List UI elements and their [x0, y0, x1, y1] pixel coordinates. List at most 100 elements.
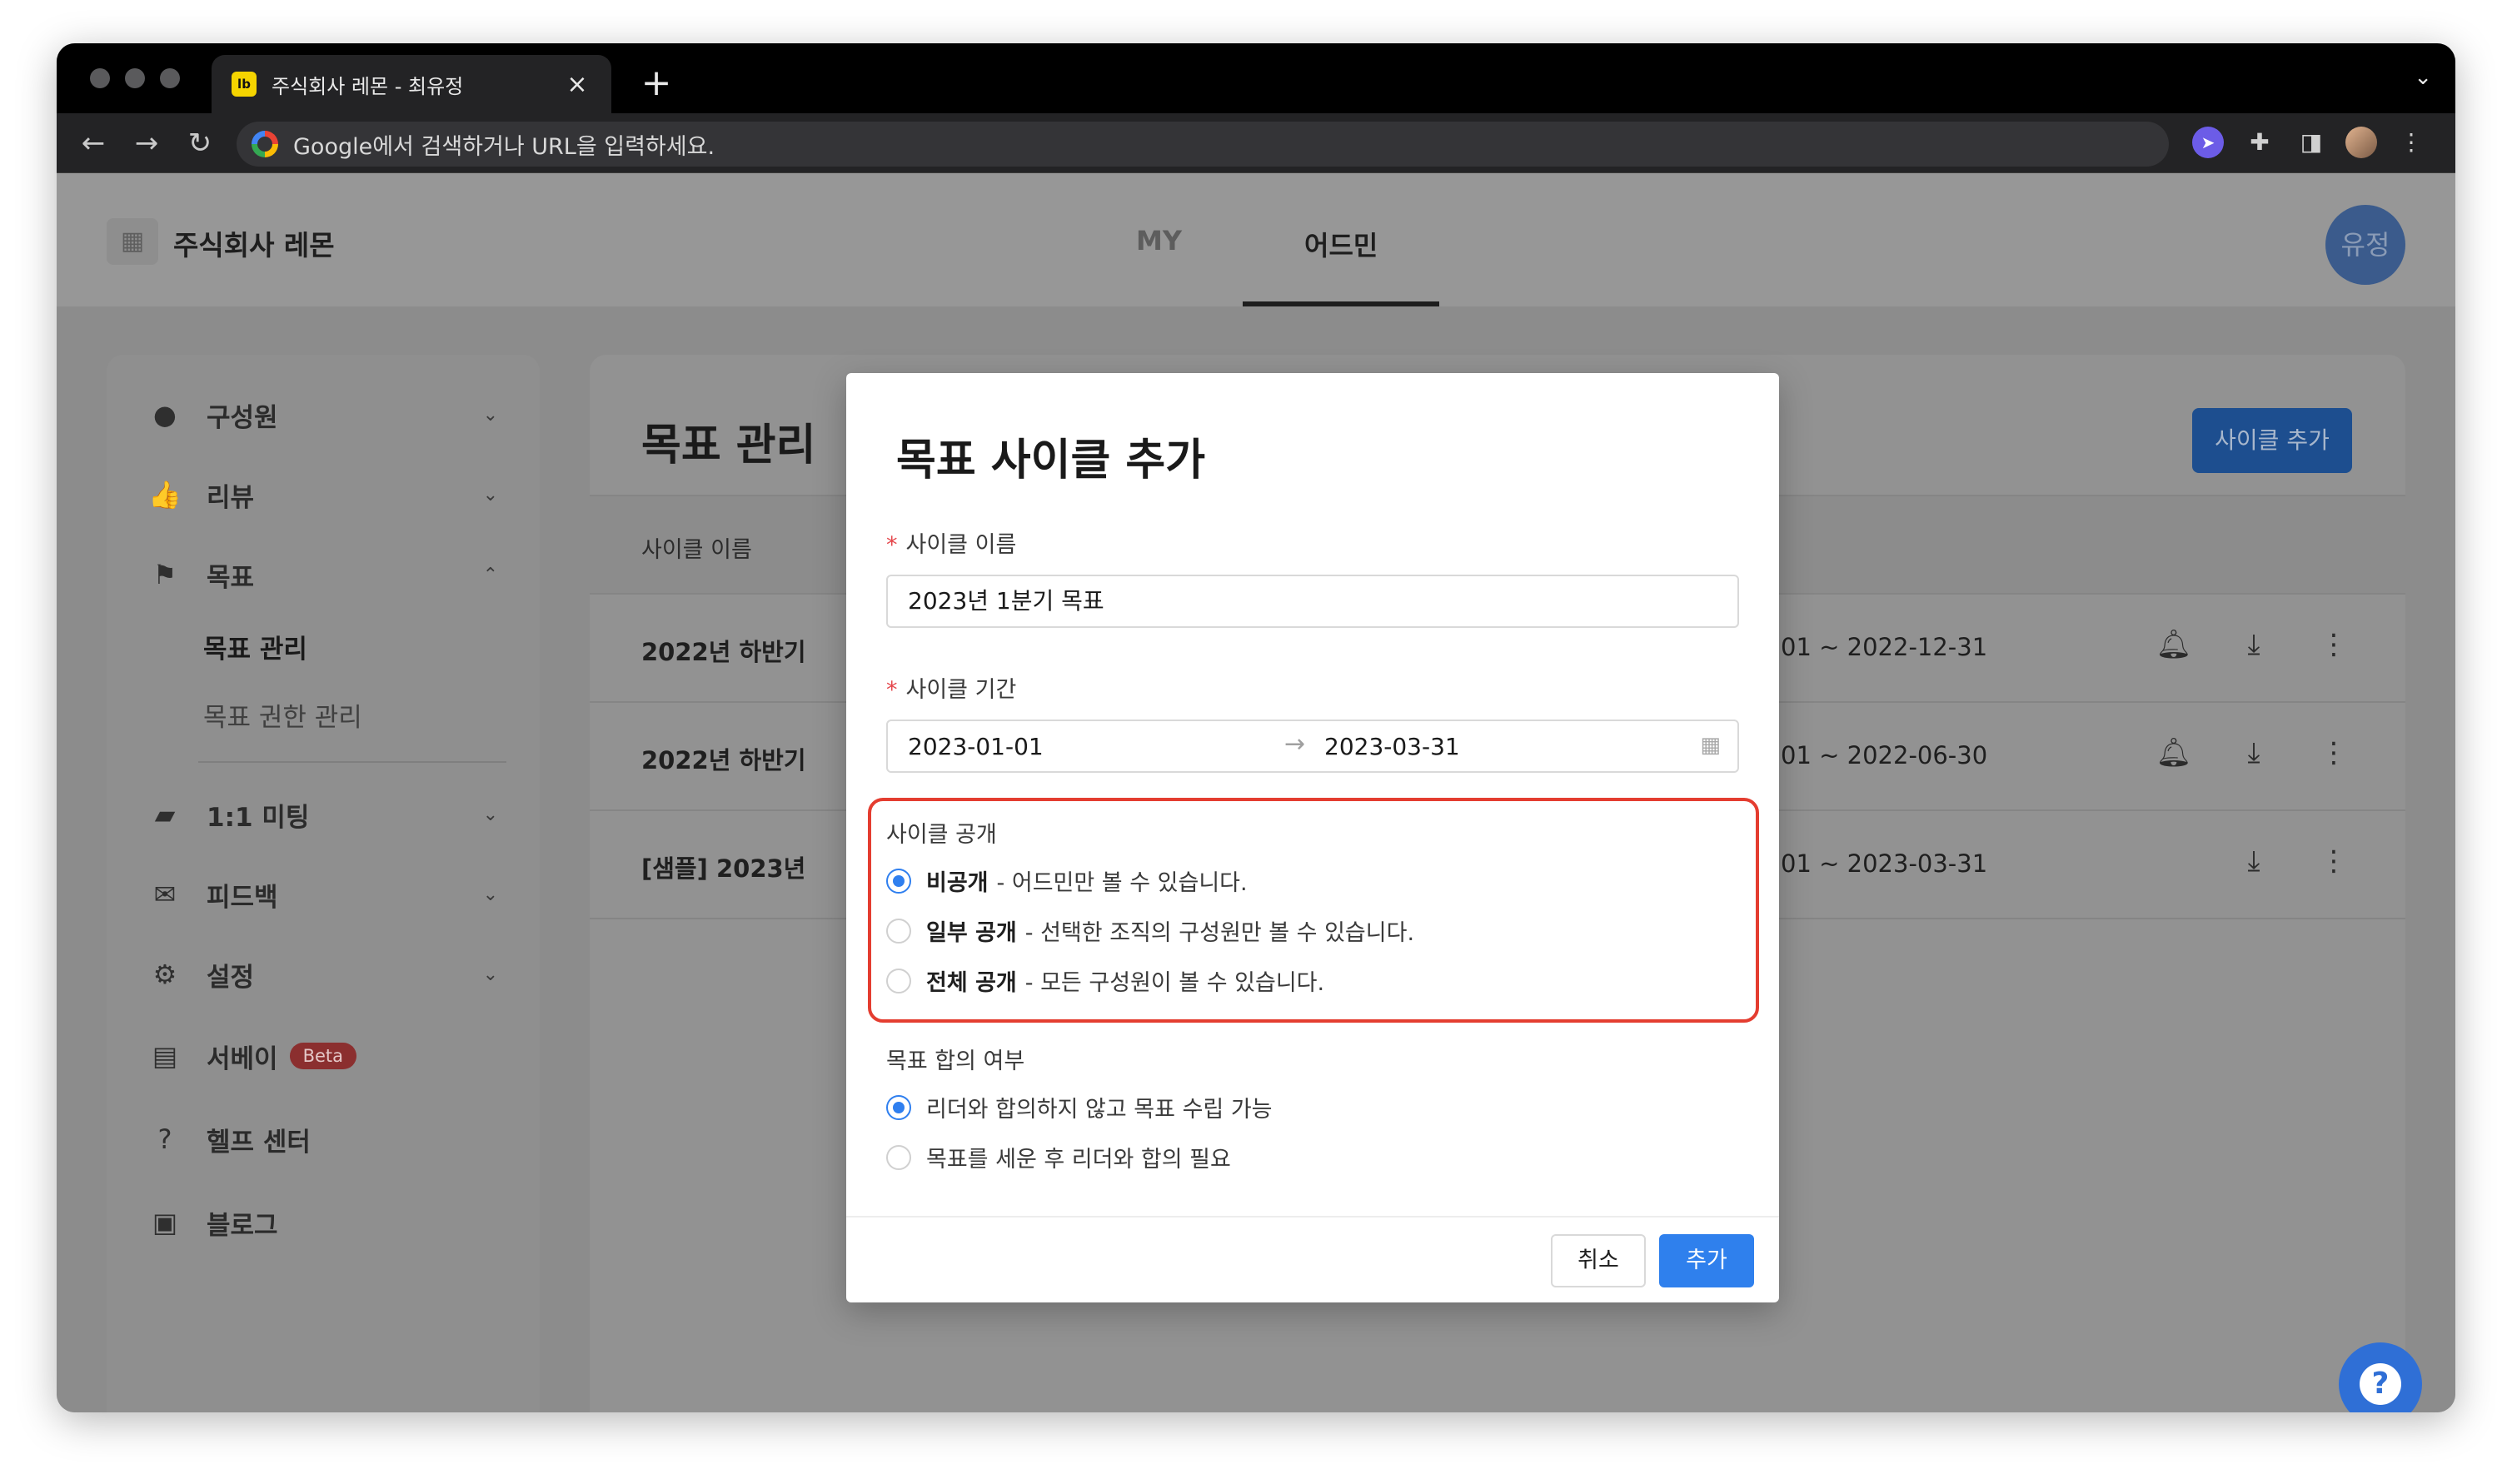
visibility-option-private[interactable]: 비공개 - 어드민만 볼 수 있습니다. — [886, 864, 1248, 897]
app-header: ▦ 주식회사 레몬 MY 어드민 유정 — [57, 173, 2455, 306]
cycle-name-label: * 사이클 이름 — [886, 526, 1016, 559]
forward-icon[interactable]: → — [127, 123, 167, 163]
minimize-window-button[interactable] — [125, 68, 145, 88]
back-icon[interactable]: ← — [73, 123, 113, 163]
sidebar-item-survey[interactable]: ▤ 서베이 Beta — [148, 1031, 498, 1081]
sidebar-divider — [198, 761, 506, 763]
sidebar-subitem-goal-permissions[interactable]: 목표 권한 관리 — [203, 696, 362, 734]
mail-icon: ✉ — [153, 879, 177, 910]
sidebar-item-one-on-one[interactable]: ▰ 1:1 미팅 ⌄ — [148, 789, 498, 839]
option-label: 리더와 합의하지 않고 목표 수립 가능 — [926, 1097, 1273, 1123]
extensions-puzzle-icon[interactable]: ✚ — [2244, 127, 2275, 158]
period-end-input[interactable]: 2023-03-31 — [1324, 733, 1460, 760]
column-header-cycle-name: 사이클 이름 — [641, 537, 752, 563]
sidebar-item-goals[interactable]: ⚑ 목표 ⌃ — [148, 550, 498, 600]
row-cycle-name: 2022년 하반기 — [641, 638, 806, 666]
address-bar[interactable]: Google에서 검색하거나 URL을 입력하세요. — [237, 122, 2169, 167]
add-cycle-button[interactable]: 사이클 추가 — [2192, 408, 2352, 473]
beta-badge: Beta — [289, 1043, 356, 1069]
chevron-down-icon: ⌄ — [482, 404, 498, 426]
visibility-option-partial[interactable]: 일부 공개 - 선택한 조직의 구성원만 볼 수 있습니다. — [886, 914, 1414, 947]
sidebar-item-settings[interactable]: ⚙ 설정 ⌄ — [148, 949, 498, 999]
new-tab-icon[interactable]: + — [631, 58, 681, 108]
side-panel-icon[interactable]: ◨ — [2295, 127, 2327, 158]
modal-title: 목표 사이클 추가 — [896, 436, 1206, 486]
sidebar-subitem-goal-management[interactable]: 목표 관리 — [203, 628, 307, 665]
period-start-input[interactable]: 2023-01-01 — [908, 733, 1044, 760]
cycle-name-input[interactable]: 2023년 1분기 목표 — [886, 575, 1739, 628]
page-title: 목표 관리 — [641, 421, 816, 471]
download-icon[interactable]: ⤓ — [2235, 628, 2272, 661]
maximize-window-button[interactable] — [160, 68, 180, 88]
option-description: - 어드민만 볼 수 있습니다. — [996, 870, 1248, 896]
tab-search-chevron-icon[interactable]: ⌄ — [2414, 65, 2432, 90]
browser-menu-icon[interactable]: ⋮ — [2395, 127, 2427, 158]
option-description: - 선택한 조직의 구성원만 볼 수 있습니다. — [1024, 920, 1415, 946]
cancel-button[interactable]: 취소 — [1551, 1234, 1646, 1287]
active-tab-indicator — [1243, 301, 1439, 306]
sidebar-item-help-center[interactable]: ? 헬프 센터 — [148, 1114, 498, 1164]
chat-icon: ▰ — [154, 799, 176, 830]
row-cycle-period: 01 ~ 2022-06-30 — [1781, 741, 1988, 769]
visibility-option-public[interactable]: 전체 공개 - 모든 구성원이 볼 수 있습니다. — [886, 964, 1324, 997]
row-cycle-name: [샘플] 2023년 — [641, 854, 806, 883]
row-cycle-period: 01 ~ 2022-12-31 — [1781, 633, 1988, 661]
agreement-option-no-agreement[interactable]: 리더와 합의하지 않고 목표 수립 가능 — [886, 1091, 1273, 1123]
sidebar-item-label: 1:1 미팅 — [207, 802, 310, 833]
cycle-period-label: * 사이클 기간 — [886, 671, 1016, 704]
close-window-button[interactable] — [90, 68, 110, 88]
option-label: 목표를 세운 후 리더와 합의 필요 — [926, 1147, 1231, 1173]
tab-my[interactable]: MY — [1136, 225, 1182, 256]
more-options-icon[interactable]: ⋮ — [2315, 628, 2352, 661]
option-title: 비공개 — [926, 870, 989, 896]
radio-selected[interactable] — [886, 868, 911, 894]
arrow-right-icon: → — [1284, 730, 1306, 759]
bell-icon[interactable]: 🔔︎ — [2156, 736, 2192, 769]
radio-unselected[interactable] — [886, 968, 911, 993]
visibility-label: 사이클 공개 — [886, 822, 997, 848]
flag-icon: ⚑ — [152, 559, 177, 590]
company-name[interactable]: 주식회사 레몬 — [173, 223, 335, 263]
reload-icon[interactable]: ↻ — [180, 123, 220, 163]
user-avatar[interactable]: 유정 — [2325, 205, 2405, 285]
document-icon: ▤ — [152, 1040, 178, 1072]
sidebar-item-members[interactable]: ● 구성원 ⌄ — [148, 390, 498, 440]
more-options-icon[interactable]: ⋮ — [2315, 844, 2352, 878]
sidebar-item-review[interactable]: 👍 리뷰 ⌄ — [148, 470, 498, 520]
sidebar-item-feedback[interactable]: ✉ 피드백 ⌄ — [148, 869, 498, 919]
download-icon[interactable]: ⤓ — [2235, 736, 2272, 769]
option-title: 전체 공개 — [926, 970, 1017, 996]
extension-arrow-icon[interactable]: ➤ — [2192, 127, 2224, 158]
chevron-up-icon: ⌃ — [482, 564, 498, 585]
tab-strip: lb 주식회사 레몬 - 최유정 × + ⌄ — [57, 43, 2455, 113]
option-title: 일부 공개 — [926, 920, 1017, 946]
agreement-option-leader-agreement[interactable]: 목표를 세운 후 리더와 합의 필요 — [886, 1141, 1231, 1173]
help-chat-button[interactable]: ? — [2339, 1342, 2422, 1412]
sidebar: ● 구성원 ⌄ 👍 리뷰 ⌄ ⚑ 목표 ⌃ 목표 관리 목표 권한 관리 ▰ 1… — [107, 355, 540, 1412]
profile-avatar-icon[interactable] — [2345, 127, 2377, 158]
tab-admin[interactable]: 어드민 — [1304, 225, 1378, 263]
agreement-label: 목표 합의 여부 — [886, 1048, 1025, 1074]
cycle-period-label-text: 사이클 기간 — [905, 677, 1017, 703]
sidebar-item-label: 피드백 — [207, 882, 278, 913]
help-icon: ? — [157, 1123, 172, 1155]
gear-icon: ⚙ — [152, 959, 177, 990]
radio-selected[interactable] — [886, 1094, 911, 1120]
calendar-icon[interactable]: ▦ — [1700, 733, 1721, 758]
radio-unselected[interactable] — [886, 1144, 911, 1170]
sidebar-item-label: 헬프 센터 — [207, 1127, 311, 1158]
radio-unselected[interactable] — [886, 918, 911, 944]
chevron-down-icon: ⌄ — [482, 884, 498, 905]
bell-icon[interactable]: 🔔︎ — [2156, 628, 2192, 661]
chevron-down-icon: ⌄ — [482, 484, 498, 505]
sidebar-item-blog[interactable]: ▣ 블로그 — [148, 1198, 498, 1247]
submit-add-button[interactable]: 추가 — [1659, 1234, 1754, 1287]
question-mark-icon: ? — [2360, 1363, 2401, 1405]
add-goal-cycle-modal: 목표 사이클 추가 * 사이클 이름 2023년 1분기 목표 * 사이클 기간 2… — [846, 373, 1779, 1302]
more-options-icon[interactable]: ⋮ — [2315, 736, 2352, 769]
close-tab-icon[interactable]: × — [563, 70, 591, 99]
download-icon[interactable]: ⤓ — [2235, 844, 2272, 878]
cycle-period-range-picker[interactable]: 2023-01-01 → 2023-03-31 ▦ — [886, 720, 1739, 773]
browser-tab[interactable]: lb 주식회사 레몬 - 최유정 × — [212, 55, 611, 113]
favicon-icon: lb — [232, 72, 257, 97]
